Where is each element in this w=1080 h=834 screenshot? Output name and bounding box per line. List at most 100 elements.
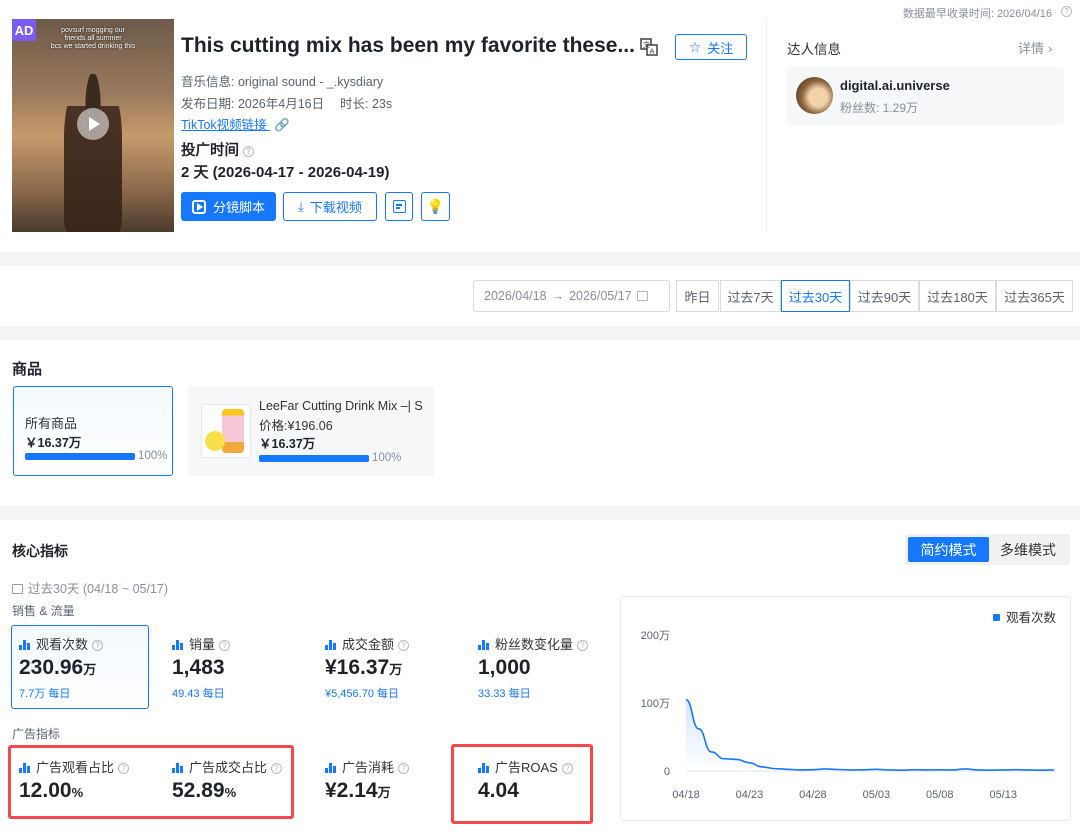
- metric-value-unit: 万: [83, 662, 97, 677]
- product-progress: [259, 455, 369, 462]
- y-tick-label: 0: [664, 766, 670, 778]
- x-tick-label: 05/13: [989, 789, 1017, 801]
- influencer-detail-link[interactable]: 详情 ›: [1018, 38, 1052, 57]
- mode-switch: 简约模式 多维模式: [905, 534, 1070, 565]
- range-preset-0[interactable]: 昨日: [676, 280, 719, 312]
- lightbulb-icon: 💡: [426, 198, 445, 214]
- metric-gmv-value: ¥16.37万: [325, 656, 402, 680]
- product-all-card[interactable]: 所有商品 ￥16.37万 100%: [13, 386, 173, 476]
- insight-button[interactable]: 💡: [421, 192, 450, 221]
- metric-value-unit: 万: [389, 662, 403, 677]
- mode-simple[interactable]: 简约模式: [908, 537, 989, 562]
- caption-line: friends all summer: [64, 35, 122, 42]
- help-icon[interactable]: ?: [398, 640, 410, 651]
- calendar-icon: [12, 584, 23, 594]
- arrow-right-icon: →: [551, 289, 565, 303]
- data-collected-time: 数据最早收录时间: 2026/04/16: [902, 8, 1052, 20]
- avatar: [796, 77, 833, 114]
- link-icon: 🔗: [274, 118, 290, 132]
- product-amount: ￥16.37万: [259, 437, 316, 451]
- play-square-icon: [191, 199, 206, 214]
- influencer-card[interactable]: digital.ai.universe 粉丝数: 1.29万: [787, 67, 1064, 125]
- tiktok-link[interactable]: TikTok视频链接 🔗: [181, 114, 290, 133]
- product-image: [201, 404, 251, 458]
- x-tick-label: 04/18: [672, 789, 700, 801]
- help-icon[interactable]: ?: [577, 640, 589, 651]
- range-preset-3[interactable]: 过去90天: [850, 280, 919, 312]
- metric-fans-change-value: 1,000: [478, 656, 531, 680]
- storyboard-script-button[interactable]: 分镜脚本: [181, 192, 276, 221]
- date-end: 2026/05/17: [569, 289, 632, 303]
- metric-ad-spend-label: 广告消耗?: [325, 757, 410, 776]
- product-item-card[interactable]: LeeFar Cutting Drink Mix –| S 价格:¥196.06…: [188, 386, 434, 476]
- ad-time-value: 2 天 (2026-04-17 - 2026-04-19): [181, 164, 390, 181]
- transcript-button[interactable]: [385, 192, 413, 221]
- bar-chart-icon: [325, 763, 336, 773]
- metric-value-number: 230.96: [19, 656, 84, 679]
- document-icon: [392, 200, 406, 213]
- metric-label-text: 观看次数: [36, 637, 89, 652]
- play-icon[interactable]: [77, 108, 109, 140]
- metric-value-unit: 万: [377, 785, 391, 800]
- y-tick-label: 200万: [641, 630, 670, 642]
- views-chart-panel: 0 100万 200万 04/18 04/23 04/28 05/03 05/08 05/13 …: [620, 596, 1071, 821]
- video-title: This cutting mix has been my favorite th…: [181, 34, 635, 57]
- follow-button[interactable]: ☆ 关注: [675, 34, 747, 60]
- range-preset-2[interactable]: 过去30天: [781, 280, 850, 312]
- download-video-button[interactable]: ⤓ 下载视频: [283, 192, 377, 221]
- caption-line: bcs we started drinking this: [50, 43, 136, 50]
- download-icon: ⤓: [298, 198, 304, 214]
- bar-chart-icon: [19, 640, 30, 650]
- x-tick-label: 05/08: [926, 789, 954, 801]
- metric-views-value: 230.96万: [19, 656, 96, 680]
- music-info: 音乐信息: original sound - _.kysdiary: [181, 75, 384, 89]
- help-icon[interactable]: ?: [243, 146, 254, 157]
- detail-label: 详情: [1018, 41, 1045, 56]
- range-preset-5[interactable]: 过去365天: [996, 280, 1073, 312]
- calendar-icon: [636, 291, 648, 301]
- metric-views-label: 观看次数?: [19, 634, 104, 653]
- mode-multi[interactable]: 多维模式: [989, 537, 1067, 562]
- product-percent: 100%: [372, 452, 402, 464]
- chart-legend[interactable]: 观看次数: [992, 607, 1056, 626]
- ad-time-label-text: 投广时间: [181, 143, 239, 159]
- metric-sales-value: 1,483: [172, 656, 225, 680]
- core-section-title: 核心指标: [12, 543, 68, 559]
- metric-label-text: 销量: [189, 637, 216, 652]
- metric-label-text: 粉丝数变化量: [495, 637, 574, 652]
- chevron-right-icon: ›: [1048, 41, 1053, 56]
- metric-sales-daily: 49.43 每日: [172, 688, 225, 700]
- x-tick-label: 04/23: [736, 789, 764, 801]
- influencer-section-title: 达人信息: [787, 42, 841, 57]
- date-range-picker[interactable]: 2026/04/18 → 2026/05/17: [473, 280, 670, 312]
- video-thumbnail[interactable]: povsurf mogging our friends all summer b…: [12, 19, 174, 232]
- range-preset-4[interactable]: 过去180天: [919, 280, 996, 312]
- metric-label-text: 成交金额: [342, 637, 395, 652]
- period-label: 过去30天 (04/18 ~ 05/17): [12, 578, 168, 597]
- product-all-amount: ￥16.37万: [25, 436, 82, 450]
- influencer-fans: 粉丝数: 1.29万: [840, 101, 919, 115]
- metric-fans-change-label: 粉丝数变化量?: [478, 634, 589, 653]
- ads-group-label: 广告指标: [12, 727, 61, 741]
- bar-chart-icon: [172, 640, 183, 650]
- help-icon[interactable]: ?: [92, 640, 104, 651]
- highlight-ad-share-box: [8, 745, 294, 819]
- tiktok-link-text: TikTok视频链接: [181, 118, 267, 132]
- help-icon[interactable]: ?: [1061, 6, 1072, 17]
- product-all-percent: 100%: [138, 450, 168, 462]
- metric-value-number: ¥2.14: [325, 779, 378, 802]
- person-figure: [64, 74, 122, 232]
- bar-chart-icon: [478, 640, 489, 650]
- product-name: LeeFar Cutting Drink Mix –| S: [259, 399, 423, 413]
- metric-views-daily: 7.7万 每日: [19, 688, 71, 700]
- legend-marker: [992, 614, 1000, 621]
- help-icon[interactable]: ?: [219, 640, 231, 651]
- range-preset-1[interactable]: 过去7天: [720, 280, 781, 312]
- ad-badge: AD: [12, 19, 36, 41]
- help-icon[interactable]: ?: [398, 763, 410, 774]
- metric-fans-change-daily: 33.33 每日: [478, 688, 531, 700]
- ad-time-label: 投广时间?: [181, 139, 254, 160]
- translate-icon[interactable]: 文A: [640, 38, 658, 56]
- caption-line: povsurf mogging our: [61, 27, 125, 34]
- metric-label-text: 广告消耗: [342, 760, 395, 775]
